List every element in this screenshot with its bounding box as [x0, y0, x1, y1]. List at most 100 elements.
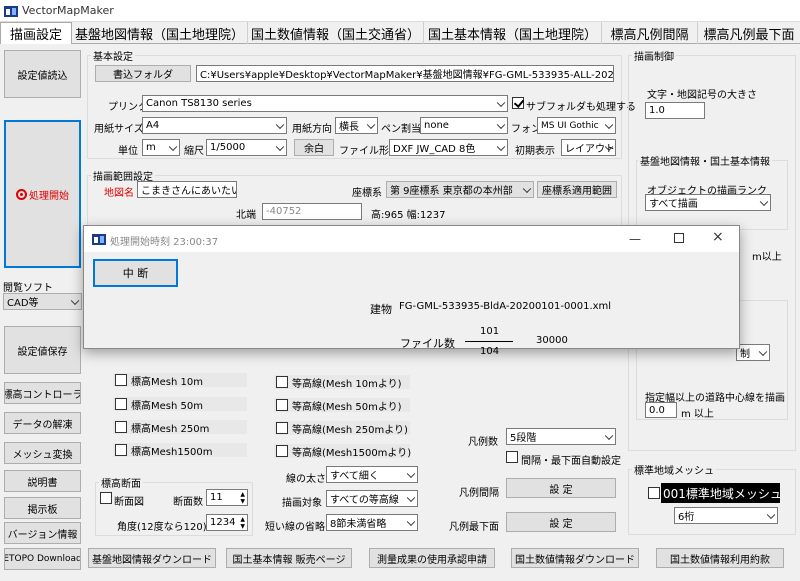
omit-label: 短い線の省略	[265, 522, 325, 533]
elevation-mesh-1500m-checkbox[interactable]	[115, 444, 127, 456]
kokudo-suchi-terms-button[interactable]: 国土数値情報利用約款	[656, 548, 784, 568]
save-settings-button[interactable]: 設定値保存	[4, 326, 81, 374]
map-name-label: 地図名	[104, 188, 134, 199]
coord-label: 座標系	[352, 188, 382, 199]
section-checkbox[interactable]	[100, 492, 112, 504]
progress-dialog: 処理開始時刻 23:00:37 — × 中 断 建物 FG-GML-533935…	[83, 225, 740, 357]
interval-auto-checkbox[interactable]	[506, 451, 518, 463]
close-icon[interactable]: ×	[712, 229, 724, 245]
tab-kiban[interactable]: 基盤地図情報（国土地理院）	[72, 22, 248, 44]
initial-view-select[interactable]: レイアウト	[561, 139, 616, 156]
m-above-label: m以上	[752, 252, 782, 263]
elevation-mesh-250m[interactable]: 標高Mesh 250m	[113, 420, 247, 435]
tab-kokudo-suchi[interactable]: 国土数値情報（国土交通省）	[248, 22, 424, 44]
etopo-download-button[interactable]: ETOPO Download	[4, 548, 81, 570]
size-text: 高:965 幅:1237	[371, 210, 446, 221]
fraction-line	[465, 341, 513, 342]
mesh-checkbox[interactable]	[648, 487, 660, 499]
output-folder-button[interactable]: 書込フォルダ	[95, 65, 191, 82]
elevation-mesh-50m[interactable]: 標高Mesh 50m	[113, 397, 247, 412]
contour-mesh-1500m-checkbox[interactable]	[276, 445, 288, 457]
unit-label: 単位	[118, 146, 138, 157]
tab-kokudo-kihon[interactable]: 国土基本情報（国土地理院）	[424, 22, 602, 44]
unzip-data-button[interactable]: データの解凍	[4, 412, 81, 434]
interrupt-button[interactable]: 中 断	[93, 259, 178, 287]
tab-legend-interval[interactable]: 標高凡例間隔	[602, 22, 698, 44]
map-name-field[interactable]: こまきさんにあいたい	[137, 181, 237, 198]
filetype-select[interactable]: DXF JW_CAD 8色	[389, 139, 508, 156]
file-type-label: 建物	[370, 303, 392, 316]
scale-select[interactable]: 1/5000	[206, 139, 287, 156]
spin-arrows-icon[interactable]: ▲ ▼	[240, 491, 245, 505]
angle-field[interactable]: 1234 ▲ ▼	[206, 514, 248, 531]
version-info-button[interactable]: バージョン情報	[4, 522, 81, 544]
coord-select[interactable]: 第 9座標系 東京都の本州部	[386, 181, 534, 198]
legend-count-label: 凡例数	[468, 437, 498, 448]
survey-approval-button[interactable]: 測量成果の使用承認申請	[369, 548, 495, 568]
contour-mesh-10m-checkbox[interactable]	[276, 376, 288, 388]
contour-mesh-10m[interactable]: 等高線(Mesh 10mより)	[274, 375, 410, 390]
legend-bottom-set-button[interactable]: 設 定	[506, 512, 616, 532]
paper-size-label: 用紙サイズ	[94, 124, 144, 135]
kokudo-suchi-download-button[interactable]: 国土数値情報ダウンロード	[511, 548, 639, 568]
legend-interval-set-button[interactable]: 設 定	[506, 478, 616, 498]
mesh-digits-select[interactable]: 6桁	[674, 507, 778, 524]
minimize-icon[interactable]: —	[629, 232, 641, 246]
viewer-select[interactable]: CAD等	[3, 293, 82, 310]
unit-select[interactable]: m	[142, 139, 180, 156]
legend-count-select[interactable]: 5段階	[506, 428, 616, 445]
subfolder-checkbox[interactable]	[512, 97, 524, 109]
manual-button[interactable]: 説明書	[4, 470, 81, 492]
process-start-button[interactable]: 処理開始	[4, 120, 81, 268]
target-label: 描画対象	[282, 498, 322, 509]
target-icon	[16, 188, 27, 200]
kokudo-kihon-sales-button[interactable]: 国土基本情報 販売ページ	[226, 548, 352, 568]
maximize-icon[interactable]	[674, 233, 684, 243]
font-select[interactable]: MS UI Gothic	[537, 117, 616, 134]
load-settings-button[interactable]: 設定値読込	[4, 50, 81, 98]
restrict-select[interactable]: 制	[736, 344, 770, 361]
line-width-select[interactable]: すべて細く	[326, 466, 418, 483]
elevation-mesh-10m-checkbox[interactable]	[115, 374, 127, 386]
contour-mesh-50m[interactable]: 等高線(Mesh 50mより)	[274, 398, 410, 413]
kiban-title: 基盤地図情報・国土基本情報	[638, 153, 772, 168]
north-field[interactable]: -40752	[262, 203, 362, 220]
elevation-mesh-1500m[interactable]: 標高Mesh1500m	[113, 443, 247, 458]
contour-mesh-250m-checkbox[interactable]	[276, 422, 288, 434]
pen-assign-label: ペン割当	[381, 124, 421, 135]
dialog-title-bar: 処理開始時刻 23:00:37 — ×	[84, 226, 739, 252]
spin-arrows-icon[interactable]: ▲ ▼	[240, 516, 245, 530]
margin-button[interactable]: 余白	[294, 139, 334, 156]
output-folder-field[interactable]: C:¥Users¥apple¥Desktop¥VectorMapMaker¥基盤…	[196, 65, 614, 82]
contour-mesh-50m-checkbox[interactable]	[276, 399, 288, 411]
mesh-title: 標準地域メッシュ	[632, 462, 716, 477]
elevation-controller-button[interactable]: 標高コントローラ	[4, 382, 81, 404]
road-width-field[interactable]: 0.0	[645, 402, 677, 418]
font-size-field[interactable]: 1.0	[645, 102, 705, 119]
omit-select[interactable]: 8節未満省略	[326, 514, 418, 531]
section-label: 断面図	[114, 497, 144, 508]
forum-button[interactable]: 掲示板	[4, 497, 81, 519]
orientation-select[interactable]: 横長	[335, 117, 378, 134]
tab-legend-bottom[interactable]: 標高凡例最下面	[698, 22, 800, 44]
section-count-field[interactable]: 11 ▲ ▼	[206, 489, 248, 506]
elevation-mesh-50m-checkbox[interactable]	[115, 398, 127, 410]
printer-select[interactable]: Canon TS8130 series	[142, 95, 508, 112]
mesh-label: 001標準地域メッシュ	[661, 483, 780, 503]
elevation-mesh-10m[interactable]: 標高Mesh 10m	[113, 373, 247, 388]
target-select[interactable]: すべての等高線	[326, 490, 418, 507]
paper-size-select[interactable]: A4	[142, 117, 287, 134]
north-label: 北端	[236, 210, 256, 221]
mesh-convert-button[interactable]: メッシュ変換	[4, 442, 81, 464]
elevation-mesh-250m-checkbox[interactable]	[115, 421, 127, 433]
total-count: 30000	[536, 335, 568, 346]
tab-drawing-settings[interactable]: 描画設定	[0, 22, 72, 44]
contour-mesh-250m[interactable]: 等高線(Mesh 250mより)	[274, 421, 410, 436]
file-name: FG-GML-533935-BldA-20200101-0001.xml	[399, 301, 612, 312]
coord-range-button[interactable]: 座標系適用範囲	[537, 181, 617, 198]
rank-select[interactable]: すべて描画	[645, 194, 771, 211]
kiban-download-button[interactable]: 基盤地図情報ダウンロード	[88, 548, 216, 568]
pen-assign-select[interactable]: none	[420, 117, 508, 134]
section-count-label: 断面数	[173, 497, 203, 508]
contour-mesh-1500m[interactable]: 等高線(Mesh1500mより)	[274, 444, 411, 459]
